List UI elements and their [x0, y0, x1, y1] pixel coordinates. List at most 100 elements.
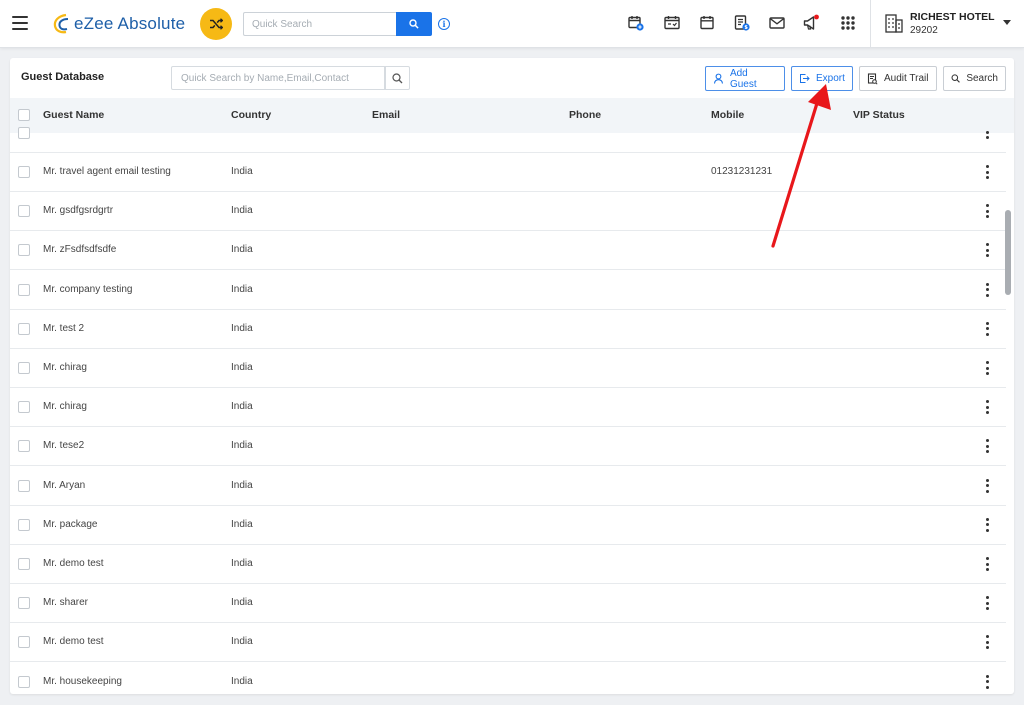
- row-checkbox[interactable]: [18, 166, 30, 178]
- table-row[interactable]: Mr. sharer India: [10, 584, 1006, 624]
- switch-property-button[interactable]: [200, 8, 232, 40]
- hotel-selector[interactable]: RICHEST HOTEL 29202: [870, 0, 1024, 48]
- more-options-icon[interactable]: [985, 243, 989, 258]
- table-row[interactable]: Mr. gsdfgsrdgrtr India: [10, 192, 1006, 232]
- guest-name-cell[interactable]: Mr. chirag: [43, 401, 87, 412]
- column-header-vip-status[interactable]: VIP Status: [853, 109, 905, 121]
- row-checkbox[interactable]: [18, 205, 30, 218]
- mobile-cell: 01231231231: [711, 166, 773, 177]
- more-options-icon[interactable]: [985, 596, 989, 611]
- table-row[interactable]: Mr. demo test India: [10, 545, 1006, 584]
- row-checkbox[interactable]: [18, 479, 30, 492]
- row-checkbox[interactable]: [18, 636, 30, 649]
- guest-name-cell[interactable]: Mr. test 2: [43, 323, 84, 334]
- megaphone-icon[interactable]: [802, 14, 820, 32]
- guest-name-cell[interactable]: Mr. tese2: [43, 440, 84, 451]
- global-search-button[interactable]: [396, 12, 432, 36]
- guest-name-cell[interactable]: Mr. package: [43, 519, 97, 530]
- calendar-plus-icon[interactable]: [627, 14, 645, 32]
- column-header-phone[interactable]: Phone: [569, 109, 601, 121]
- table-row[interactable]: Mr. package India: [10, 506, 1006, 545]
- app-name: eZee Absolute: [74, 14, 186, 33]
- more-options-icon[interactable]: [985, 517, 989, 532]
- guest-name-cell[interactable]: Mr. housekeeping: [43, 676, 122, 687]
- row-checkbox[interactable]: [18, 597, 30, 610]
- country-cell: India: [231, 558, 253, 569]
- add-guest-button[interactable]: Add Guest: [705, 66, 785, 91]
- column-header-mobile[interactable]: Mobile: [711, 109, 744, 121]
- more-options-icon[interactable]: [985, 361, 989, 375]
- mail-icon[interactable]: [768, 14, 786, 32]
- search-button[interactable]: Search: [943, 66, 1006, 91]
- row-checkbox[interactable]: [18, 362, 30, 374]
- more-options-icon[interactable]: [985, 674, 989, 689]
- row-checkbox[interactable]: [18, 283, 30, 296]
- export-button[interactable]: Export: [791, 66, 853, 91]
- guest-name-cell[interactable]: Mr. sharer: [43, 597, 88, 608]
- table-row[interactable]: Mr. Aryan India: [10, 467, 1006, 506]
- guest-name-cell[interactable]: Mr. Aryan: [43, 480, 85, 491]
- table-row[interactable]: Mr. zFsdfsdfsdfe India: [10, 231, 1006, 271]
- table-row[interactable]: Mr. company testing India: [10, 271, 1006, 310]
- table-row[interactable]: Mr. chirag India: [10, 349, 1006, 388]
- table-row[interactable]: Mr. travel agent email testing India 01231…: [10, 153, 1006, 192]
- apps-grid-icon[interactable]: [839, 14, 857, 32]
- table-row[interactable]: Mr. housekeeping India: [10, 663, 1006, 694]
- country-cell: India: [231, 244, 253, 256]
- row-checkbox[interactable]: [18, 440, 30, 453]
- table-row[interactable]: Mr. test 2 India: [10, 310, 1006, 349]
- global-quick-search-input[interactable]: [243, 12, 396, 36]
- row-checkbox[interactable]: [18, 244, 30, 257]
- guest-search-button[interactable]: [385, 66, 410, 90]
- top-navbar: eZee Absolute i: [0, 0, 1024, 48]
- calendar-check-icon[interactable]: [663, 14, 681, 32]
- guest-name-cell[interactable]: Mr. demo test: [43, 636, 104, 647]
- vertical-scrollbar[interactable]: [1005, 210, 1011, 295]
- more-options-icon[interactable]: [985, 204, 989, 219]
- select-all-checkbox[interactable]: [18, 109, 30, 121]
- guest-name-cell[interactable]: Mr. gsdfgsrdgrtr: [43, 205, 113, 216]
- hamburger-menu-icon[interactable]: [12, 16, 28, 30]
- invoice-dollar-icon[interactable]: [733, 14, 751, 32]
- scrollbar-thumb[interactable]: [1005, 210, 1011, 295]
- table-row[interactable]: Mr. tese2 India: [10, 427, 1006, 467]
- more-options-icon[interactable]: [985, 400, 989, 415]
- app-logo[interactable]: eZee Absolute: [52, 11, 185, 37]
- user-add-icon: [713, 73, 724, 84]
- guest-name-cell[interactable]: Mr. demo test: [43, 558, 104, 569]
- row-checkbox[interactable]: [18, 675, 30, 688]
- guest-name-cell[interactable]: Mr. chirag: [43, 362, 87, 373]
- more-options-icon[interactable]: [985, 557, 989, 571]
- info-icon[interactable]: i: [438, 18, 450, 30]
- row-checkbox[interactable]: [18, 401, 30, 414]
- more-options-icon[interactable]: [985, 439, 989, 454]
- search-label: Search: [966, 73, 998, 84]
- guest-name-cell[interactable]: Mr. travel agent email testing: [43, 166, 171, 177]
- row-checkbox[interactable]: [18, 127, 30, 139]
- more-options-icon[interactable]: [985, 131, 989, 139]
- guest-name-cell[interactable]: Mr. zFsdfsdfsdfe: [43, 244, 116, 255]
- calendar-icon[interactable]: [698, 14, 716, 32]
- country-cell: India: [231, 518, 253, 530]
- row-checkbox[interactable]: [18, 518, 30, 531]
- caret-down-icon[interactable]: [1003, 20, 1011, 25]
- more-options-icon[interactable]: [985, 321, 989, 336]
- table-row[interactable]: Mr. chirag India: [10, 388, 1006, 428]
- guest-search-input[interactable]: [171, 66, 385, 90]
- audit-trail-button[interactable]: Audit Trail: [859, 66, 937, 91]
- more-options-icon[interactable]: [985, 478, 989, 493]
- table-row[interactable]: Mr. demo test India: [10, 623, 1006, 663]
- hotel-name: RICHEST HOTEL: [910, 11, 995, 23]
- ezee-logo-icon: [53, 13, 69, 34]
- column-header-guest-name[interactable]: Guest Name: [43, 109, 104, 121]
- guest-name-cell[interactable]: Mr. company testing: [43, 284, 132, 295]
- row-checkbox[interactable]: [18, 322, 30, 335]
- audit-document-icon: [867, 72, 878, 85]
- more-options-icon[interactable]: [985, 282, 989, 297]
- more-options-icon[interactable]: [985, 165, 989, 179]
- row-checkbox[interactable]: [18, 558, 30, 570]
- column-header-country[interactable]: Country: [231, 109, 271, 121]
- country-cell: India: [231, 322, 253, 334]
- column-header-email[interactable]: Email: [372, 109, 400, 121]
- more-options-icon[interactable]: [985, 635, 989, 650]
